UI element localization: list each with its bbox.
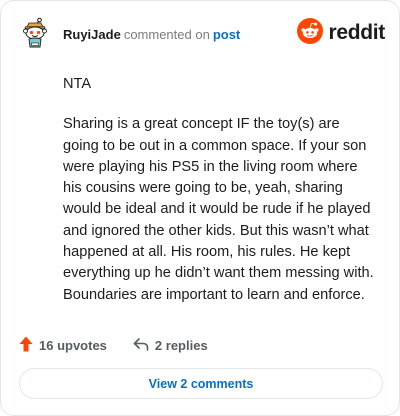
username-link[interactable]: RuyiJade <box>63 27 121 42</box>
comment-paragraph: NTA <box>63 76 92 92</box>
upvote-arrow-icon <box>19 336 33 355</box>
upvote-button[interactable]: 16 upvotes <box>19 336 107 355</box>
comment-card: RuyiJade commented on post reddit NTA Sh… <box>0 0 400 416</box>
upvote-count: 16 upvotes <box>39 337 107 353</box>
reddit-wordmark: reddit <box>328 21 385 44</box>
post-link[interactable]: post <box>213 27 240 42</box>
comment-body: NTA Sharing is a great concept IF the to… <box>63 74 375 325</box>
reply-count: 2 replies <box>154 337 208 353</box>
comment-paragraph: Sharing is a great concept IF the toy(s)… <box>63 116 374 303</box>
comment-header: RuyiJade commented on post reddit <box>19 17 385 53</box>
replies-button[interactable]: 2 replies <box>133 337 208 354</box>
reply-arrow-icon <box>133 337 149 354</box>
reddit-logo-icon <box>297 17 324 49</box>
comment-meta: RuyiJade commented on post <box>63 27 240 43</box>
comment-actions: 16 upvotes 2 replies <box>19 335 208 355</box>
reddit-brand[interactable]: reddit <box>297 17 385 49</box>
view-comments-button[interactable]: View 2 comments <box>19 368 383 399</box>
action-verb: commented on <box>123 27 210 42</box>
snoo-avatar-icon[interactable] <box>19 17 51 49</box>
